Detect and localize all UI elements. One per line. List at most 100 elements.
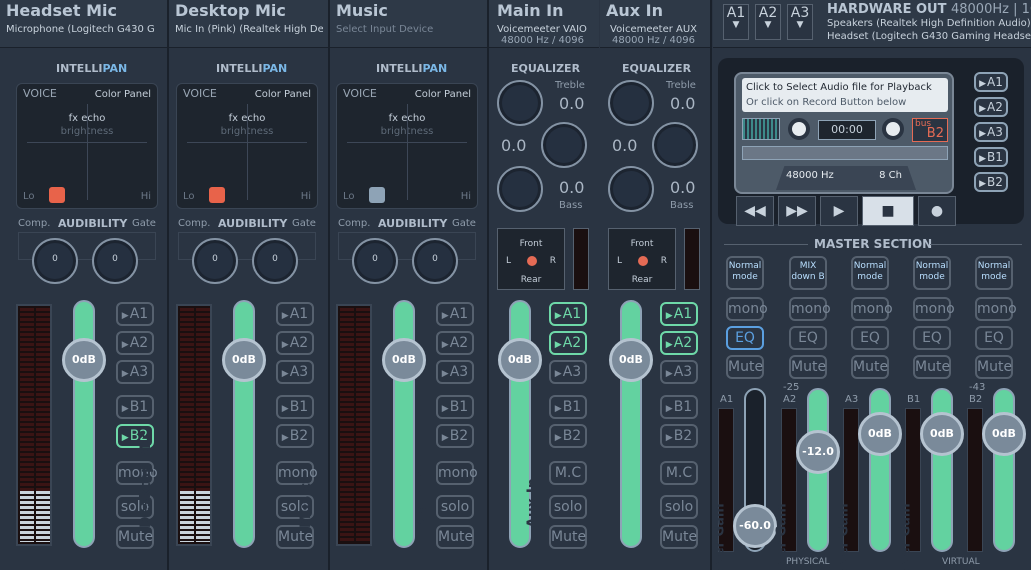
eq-button[interactable]: EQ — [789, 326, 827, 350]
mono-button[interactable]: mono — [913, 297, 955, 321]
mode-button[interactable]: Normal mode — [913, 256, 951, 290]
stop-button[interactable]: ■ — [862, 196, 914, 226]
bus-a2-button[interactable]: ▶A2 — [660, 331, 698, 355]
tape-out-a2-button[interactable]: ▶A2 — [974, 97, 1008, 117]
fader-knob[interactable]: 0dB — [222, 338, 266, 382]
comp-knob[interactable]: 0 — [352, 238, 398, 284]
bus-a1-button[interactable]: ▶A1 — [436, 302, 474, 326]
fader-knob[interactable]: 0dB — [62, 338, 106, 382]
solo-button[interactable]: solo — [549, 495, 587, 519]
tape-out-b2-button[interactable]: ▶B2 — [974, 172, 1008, 192]
mode-button[interactable]: Normal mode — [851, 256, 889, 290]
eq-button[interactable]: EQ — [726, 326, 764, 350]
strip-header-2[interactable]: Desktop Mic Mic In (Pink) (Realtek High … — [169, 0, 329, 48]
fader-knob[interactable]: 0dB — [609, 338, 653, 382]
spatial-cursor[interactable] — [638, 256, 648, 266]
tape-out-a1-button[interactable]: ▶A1 — [974, 72, 1008, 92]
tape-label[interactable]: Click to Select Audio file for Playback … — [742, 78, 948, 112]
eq-knob-3[interactable] — [497, 166, 543, 212]
mute-button[interactable]: Mute — [913, 355, 951, 379]
mc-button[interactable]: M.C — [549, 461, 587, 485]
intellipan-pad[interactable]: VOICEColor Panelfx echobrightnessLoHi — [176, 83, 318, 209]
mute-button[interactable]: Mute — [549, 525, 587, 549]
eq-knob-2[interactable] — [541, 122, 587, 168]
mono-button[interactable]: mono — [436, 461, 478, 485]
mono-button[interactable]: mono — [789, 297, 831, 321]
fader-knob[interactable]: -60.0 — [733, 504, 777, 548]
tape-bus-selector[interactable]: bus B2 — [912, 118, 948, 142]
strip-device[interactable]: Mic In (Pink) (Realtek High Def — [175, 24, 323, 35]
strip-device[interactable]: Microphone (Logitech G430 G — [6, 24, 164, 35]
gate-knob[interactable]: 0 — [252, 238, 298, 284]
eq-knob-1[interactable] — [497, 80, 543, 126]
eq-button[interactable]: EQ — [975, 326, 1013, 350]
strip-header-1[interactable]: Headset Mic Microphone (Logitech G430 G — [0, 0, 168, 48]
hw-out-a1-button[interactable]: A1 ▼ — [723, 4, 749, 40]
tape-out-b1-button[interactable]: ▶B1 — [974, 147, 1008, 167]
bus-a2-button[interactable]: ▶A2 — [549, 331, 587, 355]
pan-cursor[interactable] — [209, 187, 225, 203]
tape-out-a3-button[interactable]: ▶A3 — [974, 122, 1008, 142]
bus-b2-button[interactable]: ▶B2 — [549, 424, 587, 448]
record-button[interactable]: ● — [918, 196, 956, 226]
strip-header-3[interactable]: Music Select Input Device — [330, 0, 488, 48]
mono-button[interactable]: mono — [726, 297, 768, 321]
mode-button[interactable]: MIX down B — [789, 256, 827, 290]
mute-button[interactable]: Mute — [660, 525, 698, 549]
intellipan-pad[interactable]: VOICEColor Panelfx echobrightnessLoHi — [336, 83, 478, 209]
bus-a1-button[interactable]: ▶A1 — [116, 302, 154, 326]
mode-button[interactable]: Normal mode — [975, 256, 1013, 290]
eq-knob-2[interactable] — [652, 122, 698, 168]
solo-button[interactable]: solo — [660, 495, 698, 519]
pan-cursor[interactable] — [369, 187, 385, 203]
gate-knob[interactable]: 0 — [92, 238, 138, 284]
bus-a1-button[interactable]: ▶A1 — [276, 302, 314, 326]
bus-b1-button[interactable]: ▶B1 — [436, 395, 474, 419]
mute-button[interactable]: Mute — [116, 525, 154, 549]
comp-knob[interactable]: 0 — [32, 238, 78, 284]
play-button[interactable]: ▶ — [820, 196, 858, 226]
mute-button[interactable]: Mute — [975, 355, 1013, 379]
fast-forward-button[interactable]: ▶▶ — [778, 196, 816, 226]
spatial-cursor[interactable] — [527, 256, 537, 266]
solo-button[interactable]: solo — [436, 495, 474, 519]
bus-b1-button[interactable]: ▶B1 — [660, 395, 698, 419]
spatial-pad[interactable]: Front Rear L R — [608, 228, 676, 290]
bus-a3-button[interactable]: ▶A3 — [436, 360, 474, 384]
mute-button[interactable]: Mute — [276, 525, 314, 549]
fader-knob[interactable]: 0dB — [920, 412, 964, 456]
eq-button[interactable]: EQ — [851, 326, 889, 350]
bus-a3-button[interactable]: ▶A3 — [549, 360, 587, 384]
eq-knob-1[interactable] — [608, 80, 654, 126]
bus-b2-button[interactable]: ▶B2 — [660, 424, 698, 448]
mute-button[interactable]: Mute — [436, 525, 474, 549]
gate-knob[interactable]: 0 — [412, 238, 458, 284]
cassette-body[interactable]: Click to Select Audio file for Playback … — [734, 72, 954, 194]
bus-a2-button[interactable]: ▶A2 — [436, 331, 474, 355]
mute-button[interactable]: Mute — [726, 355, 764, 379]
bus-a1-button[interactable]: ▶A1 — [660, 302, 698, 326]
mc-button[interactable]: M.C — [660, 461, 698, 485]
comp-knob[interactable]: 0 — [192, 238, 238, 284]
eq-knob-3[interactable] — [608, 166, 654, 212]
mono-button[interactable]: mono — [975, 297, 1017, 321]
strip-device[interactable]: Select Input Device — [336, 24, 484, 35]
tape-progress[interactable] — [742, 146, 948, 160]
mode-button[interactable]: Normal mode — [726, 256, 764, 290]
bus-a3-button[interactable]: ▶A3 — [660, 360, 698, 384]
fader-knob[interactable]: 0dB — [858, 412, 902, 456]
pan-cursor[interactable] — [49, 187, 65, 203]
bus-b2-button[interactable]: ▶B2 — [436, 424, 474, 448]
rewind-button[interactable]: ◀◀ — [736, 196, 774, 226]
fader-knob[interactable]: 0dB — [982, 412, 1026, 456]
mute-button[interactable]: Mute — [851, 355, 889, 379]
mono-button[interactable]: mono — [851, 297, 893, 321]
bus-b1-button[interactable]: ▶B1 — [549, 395, 587, 419]
hw-out-a2-button[interactable]: A2 ▼ — [755, 4, 781, 40]
mute-button[interactable]: Mute — [789, 355, 827, 379]
eq-button[interactable]: EQ — [913, 326, 951, 350]
bus-a1-button[interactable]: ▶A1 — [549, 302, 587, 326]
fader-knob[interactable]: -12.0 — [796, 430, 840, 474]
intellipan-pad[interactable]: VOICEColor Panelfx echobrightnessLoHi — [16, 83, 158, 209]
spatial-pad[interactable]: Front Rear L R — [497, 228, 565, 290]
